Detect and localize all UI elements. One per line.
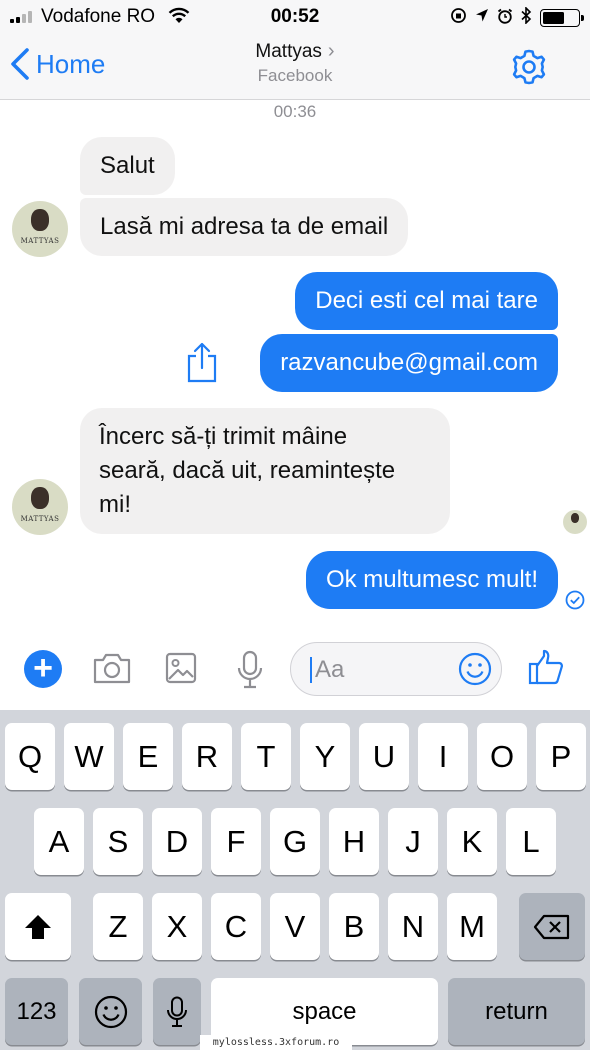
dictation-key[interactable]	[153, 978, 201, 1045]
contact-avatar[interactable]: MATTYAS	[12, 479, 68, 535]
key-c[interactable]: C	[211, 893, 261, 960]
navigation-bar: Home Mattyas › Facebook	[0, 36, 590, 100]
like-thumbs-up-icon[interactable]	[528, 649, 564, 690]
gallery-icon[interactable]	[165, 652, 197, 689]
text-caret	[310, 657, 312, 683]
alarm-icon	[497, 8, 513, 29]
watermark-text: mylossless.3xforum.ro	[200, 1035, 352, 1050]
key-w[interactable]: W	[64, 723, 114, 790]
incoming-message[interactable]: Încerc să-ți trimit mâine seară, dacă ui…	[80, 408, 450, 534]
shift-key[interactable]	[5, 893, 71, 960]
key-a[interactable]: A	[34, 808, 84, 875]
keyboard: Q W E R T Y U I O P A S D F G H J K L Z …	[0, 710, 590, 1050]
plus-icon[interactable]: +	[24, 650, 62, 688]
message-line: mi!	[99, 491, 131, 518]
message-input[interactable]: Aa	[290, 642, 502, 696]
contact-source: Facebook	[257, 66, 333, 85]
contact-name: Mattyas	[255, 41, 322, 62]
microphone-icon	[167, 996, 187, 1027]
return-key[interactable]: return	[448, 978, 585, 1045]
location-icon	[475, 8, 489, 28]
message-input-placeholder: Aa	[315, 656, 345, 683]
delete-key[interactable]	[519, 893, 585, 960]
key-l[interactable]: L	[506, 808, 556, 875]
incoming-message[interactable]: Lasă mi adresa ta de email	[80, 198, 409, 256]
key-z[interactable]: Z	[93, 893, 143, 960]
outgoing-message[interactable]: Deci esti cel mai tare	[295, 272, 558, 330]
key-e[interactable]: E	[123, 723, 173, 790]
key-v[interactable]: V	[270, 893, 320, 960]
message-line: Încerc să-ți trimit mâine	[99, 423, 348, 450]
emoji-icon[interactable]	[458, 652, 492, 691]
key-k[interactable]: K	[447, 808, 497, 875]
share-icon[interactable]	[186, 341, 218, 388]
battery-icon	[540, 9, 584, 27]
delivered-check-icon	[565, 590, 585, 615]
key-d[interactable]: D	[152, 808, 202, 875]
outgoing-message[interactable]: razvancube@gmail.com	[260, 334, 558, 392]
key-m[interactable]: M	[447, 893, 497, 960]
incoming-message[interactable]: Salut	[80, 137, 175, 195]
backspace-icon	[533, 914, 570, 939]
numbers-key[interactable]: 123	[5, 978, 68, 1045]
avatar-caption: MATTYAS	[20, 237, 60, 245]
key-r[interactable]: R	[182, 723, 232, 790]
key-u[interactable]: U	[359, 723, 409, 790]
bluetooth-icon	[521, 6, 532, 29]
key-y[interactable]: Y	[300, 723, 350, 790]
key-s[interactable]: S	[93, 808, 143, 875]
seen-avatar-icon	[563, 510, 587, 534]
emoji-keyboard-key[interactable]	[79, 978, 142, 1045]
message-line: seară, dacă uit, reamintește	[99, 457, 396, 484]
emoji-icon	[94, 995, 127, 1028]
key-p[interactable]: P	[536, 723, 586, 790]
key-g[interactable]: G	[270, 808, 320, 875]
key-i[interactable]: I	[418, 723, 468, 790]
composer-bar: + Aa	[0, 636, 590, 710]
key-n[interactable]: N	[388, 893, 438, 960]
shift-arrow-icon	[25, 914, 51, 939]
key-h[interactable]: H	[329, 808, 379, 875]
key-t[interactable]: T	[241, 723, 291, 790]
orientation-lock-icon	[450, 7, 467, 29]
camera-icon[interactable]	[92, 651, 132, 690]
key-b[interactable]: B	[329, 893, 379, 960]
chevron-right-icon: ›	[327, 40, 335, 62]
key-f[interactable]: F	[211, 808, 261, 875]
key-o[interactable]: O	[477, 723, 527, 790]
conversation-title[interactable]: Mattyas › Facebook	[0, 40, 590, 86]
key-j[interactable]: J	[388, 808, 438, 875]
outgoing-message[interactable]: Ok multumesc mult!	[305, 551, 558, 609]
message-timestamp: 00:36	[273, 102, 317, 121]
key-x[interactable]: X	[152, 893, 202, 960]
status-bar: Vodafone RO 00:52	[0, 0, 590, 36]
avatar-caption: MATTYAS	[20, 515, 60, 523]
key-q[interactable]: Q	[5, 723, 55, 790]
contact-avatar[interactable]: MATTYAS	[12, 201, 68, 257]
microphone-icon[interactable]	[236, 650, 264, 695]
settings-gear-icon[interactable]	[510, 48, 548, 91]
